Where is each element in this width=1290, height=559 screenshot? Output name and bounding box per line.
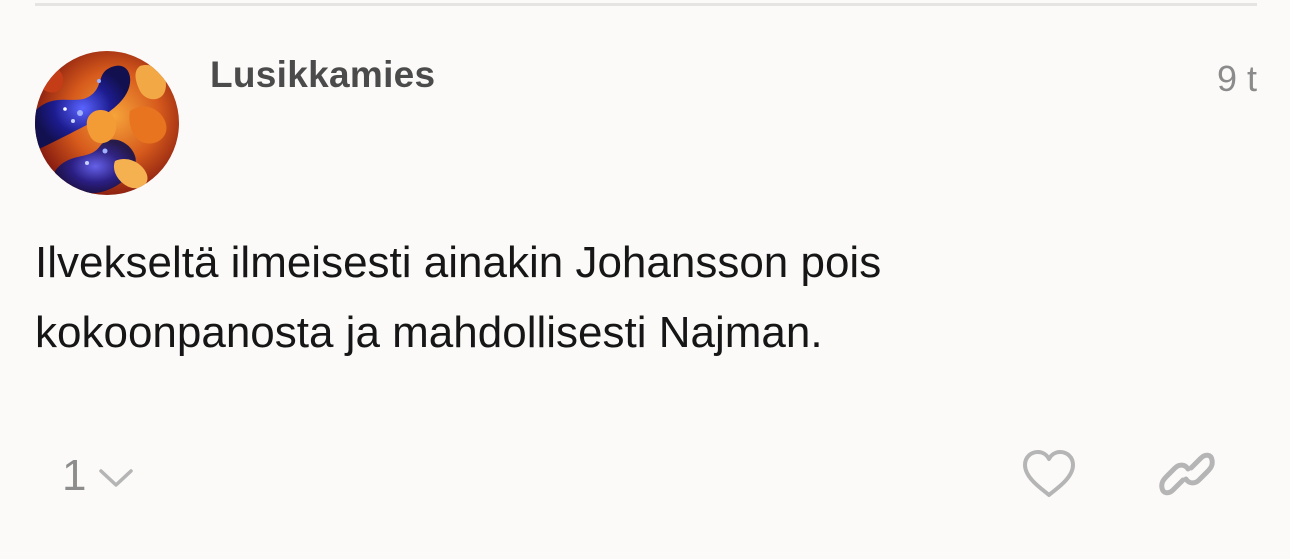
reply-count: 1 <box>62 451 87 500</box>
post-date[interactable]: 9 t <box>1217 58 1257 100</box>
post-body: Ilvekseltä ilmeisesti ainakin Johansson … <box>35 228 1135 368</box>
chevron-down-icon <box>98 467 134 489</box>
divider <box>35 3 1257 6</box>
share-link-button[interactable] <box>1156 448 1218 504</box>
post-author-name[interactable]: Lusikkamies <box>210 54 435 96</box>
avatar[interactable] <box>35 51 179 195</box>
post-body-line: Ilvekseltä ilmeisesti ainakin Johansson … <box>35 238 882 287</box>
like-button[interactable] <box>1018 448 1080 504</box>
link-icon <box>1159 450 1215 503</box>
avatar-image <box>35 51 179 195</box>
show-replies-button[interactable]: 1 <box>62 446 134 506</box>
post-body-line: kokoonpanosta ja mahdollisesti Najman. <box>35 308 823 357</box>
heart-icon <box>1021 449 1077 504</box>
topic-post: Lusikkamies 9 t Ilvekseltä ilmeisesti ai… <box>0 0 1290 559</box>
